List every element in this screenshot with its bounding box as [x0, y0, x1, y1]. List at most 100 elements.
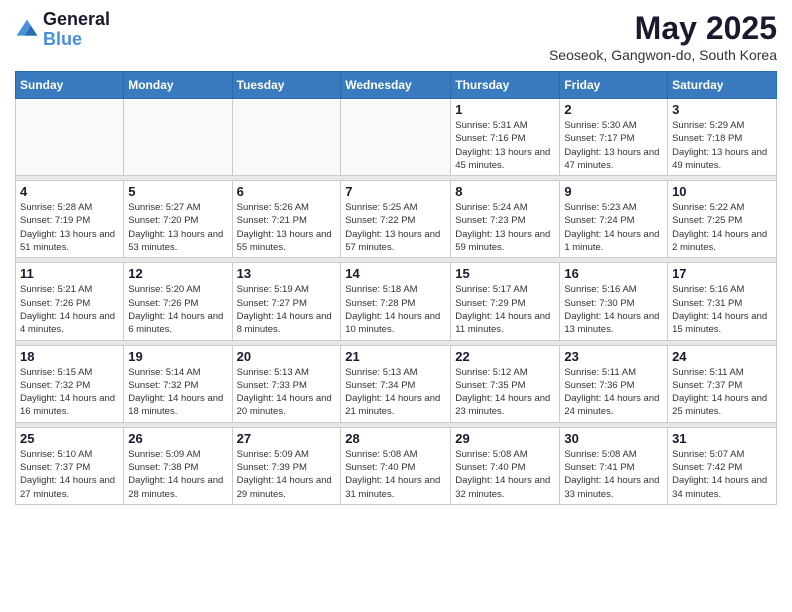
- calendar-header-friday: Friday: [560, 72, 668, 99]
- day-info: Sunrise: 5:27 AMSunset: 7:20 PMDaylight:…: [128, 201, 227, 254]
- calendar-cell: 23 Sunrise: 5:11 AMSunset: 7:36 PMDayligh…: [560, 345, 668, 422]
- day-info: Sunrise: 5:07 AMSunset: 7:42 PMDaylight:…: [672, 448, 772, 501]
- calendar-cell: 7 Sunrise: 5:25 AMSunset: 7:22 PMDaylight…: [341, 181, 451, 258]
- day-info: Sunrise: 5:25 AMSunset: 7:22 PMDaylight:…: [345, 201, 446, 254]
- day-info: Sunrise: 5:10 AMSunset: 7:37 PMDaylight:…: [20, 448, 119, 501]
- calendar-cell: 20 Sunrise: 5:13 AMSunset: 7:33 PMDayligh…: [232, 345, 341, 422]
- calendar-cell: 22 Sunrise: 5:12 AMSunset: 7:35 PMDayligh…: [451, 345, 560, 422]
- calendar-cell: 14 Sunrise: 5:18 AMSunset: 7:28 PMDayligh…: [341, 263, 451, 340]
- calendar-cell: 4Sunrise: 5:28 AMSunset: 7:19 PMDaylight…: [16, 181, 124, 258]
- day-number: 24: [672, 349, 772, 364]
- calendar-cell: 15 Sunrise: 5:17 AMSunset: 7:29 PMDayligh…: [451, 263, 560, 340]
- calendar-cell: 6 Sunrise: 5:26 AMSunset: 7:21 PMDaylight…: [232, 181, 341, 258]
- calendar-cell: 26Sunrise: 5:09 AMSunset: 7:38 PMDayligh…: [124, 427, 232, 504]
- calendar-header-wednesday: Wednesday: [341, 72, 451, 99]
- header: General Blue May 2025 Seoseok, Gangwon-d…: [15, 10, 777, 63]
- calendar-header-monday: Monday: [124, 72, 232, 99]
- day-info: Sunrise: 5:18 AMSunset: 7:28 PMDaylight:…: [345, 283, 446, 336]
- day-info: Sunrise: 5:13 AMSunset: 7:33 PMDaylight:…: [237, 366, 337, 419]
- day-info: Sunrise: 5:22 AMSunset: 7:25 PMDaylight:…: [672, 201, 772, 254]
- day-number: 6: [237, 184, 337, 199]
- day-number: 2: [564, 102, 663, 117]
- calendar-week-row: 11 Sunrise: 5:21 AMSunset: 7:26 PMDayligh…: [16, 263, 777, 340]
- calendar-cell: 8 Sunrise: 5:24 AMSunset: 7:23 PMDaylight…: [451, 181, 560, 258]
- calendar-cell: 16 Sunrise: 5:16 AMSunset: 7:30 PMDayligh…: [560, 263, 668, 340]
- calendar-cell: 25Sunrise: 5:10 AMSunset: 7:37 PMDayligh…: [16, 427, 124, 504]
- day-info: Sunrise: 5:29 AMSunset: 7:18 PMDaylight:…: [672, 119, 772, 172]
- calendar-cell: 18 Sunrise: 5:15 AMSunset: 7:32 PMDayligh…: [16, 345, 124, 422]
- day-number: 13: [237, 266, 337, 281]
- calendar-cell: 12 Sunrise: 5:20 AMSunset: 7:26 PMDayligh…: [124, 263, 232, 340]
- logo-text-line2: Blue: [43, 30, 110, 50]
- day-number: 28: [345, 431, 446, 446]
- calendar-header-tuesday: Tuesday: [232, 72, 341, 99]
- calendar-week-row: 25Sunrise: 5:10 AMSunset: 7:37 PMDayligh…: [16, 427, 777, 504]
- day-info: Sunrise: 5:20 AMSunset: 7:26 PMDaylight:…: [128, 283, 227, 336]
- calendar-cell: 24 Sunrise: 5:11 AMSunset: 7:37 PMDayligh…: [668, 345, 777, 422]
- day-number: 15: [455, 266, 555, 281]
- logo-icon: [15, 18, 39, 42]
- day-number: 4: [20, 184, 119, 199]
- calendar-cell: 30Sunrise: 5:08 AMSunset: 7:41 PMDayligh…: [560, 427, 668, 504]
- day-info: Sunrise: 5:13 AMSunset: 7:34 PMDaylight:…: [345, 366, 446, 419]
- calendar-header-sunday: Sunday: [16, 72, 124, 99]
- day-info: Sunrise: 5:09 AMSunset: 7:38 PMDaylight:…: [128, 448, 227, 501]
- calendar-cell: [341, 99, 451, 176]
- day-number: 14: [345, 266, 446, 281]
- month-title: May 2025: [549, 10, 777, 47]
- calendar-cell: 31 Sunrise: 5:07 AMSunset: 7:42 PMDayligh…: [668, 427, 777, 504]
- day-info: Sunrise: 5:30 AMSunset: 7:17 PMDaylight:…: [564, 119, 663, 172]
- day-number: 17: [672, 266, 772, 281]
- day-number: 22: [455, 349, 555, 364]
- day-number: 11: [20, 266, 119, 281]
- day-info: Sunrise: 5:26 AMSunset: 7:21 PMDaylight:…: [237, 201, 337, 254]
- day-number: 18: [20, 349, 119, 364]
- day-info: Sunrise: 5:12 AMSunset: 7:35 PMDaylight:…: [455, 366, 555, 419]
- day-info: Sunrise: 5:24 AMSunset: 7:23 PMDaylight:…: [455, 201, 555, 254]
- day-number: 16: [564, 266, 663, 281]
- day-info: Sunrise: 5:08 AMSunset: 7:41 PMDaylight:…: [564, 448, 663, 501]
- day-info: Sunrise: 5:21 AMSunset: 7:26 PMDaylight:…: [20, 283, 119, 336]
- day-number: 29: [455, 431, 555, 446]
- day-info: Sunrise: 5:31 AMSunset: 7:16 PMDaylight:…: [455, 119, 555, 172]
- logo-text-line1: General: [43, 10, 110, 30]
- day-number: 3: [672, 102, 772, 117]
- day-number: 12: [128, 266, 227, 281]
- day-number: 10: [672, 184, 772, 199]
- day-info: Sunrise: 5:15 AMSunset: 7:32 PMDaylight:…: [20, 366, 119, 419]
- day-info: Sunrise: 5:11 AMSunset: 7:37 PMDaylight:…: [672, 366, 772, 419]
- day-number: 23: [564, 349, 663, 364]
- calendar-cell: 28Sunrise: 5:08 AMSunset: 7:40 PMDayligh…: [341, 427, 451, 504]
- day-number: 1: [455, 102, 555, 117]
- calendar-cell: 21 Sunrise: 5:13 AMSunset: 7:34 PMDayligh…: [341, 345, 451, 422]
- title-area: May 2025 Seoseok, Gangwon-do, South Kore…: [549, 10, 777, 63]
- day-info: Sunrise: 5:09 AMSunset: 7:39 PMDaylight:…: [237, 448, 337, 501]
- calendar-header-thursday: Thursday: [451, 72, 560, 99]
- day-info: Sunrise: 5:11 AMSunset: 7:36 PMDaylight:…: [564, 366, 663, 419]
- calendar-cell: 5Sunrise: 5:27 AMSunset: 7:20 PMDaylight…: [124, 181, 232, 258]
- day-number: 20: [237, 349, 337, 364]
- day-number: 27: [237, 431, 337, 446]
- day-info: Sunrise: 5:14 AMSunset: 7:32 PMDaylight:…: [128, 366, 227, 419]
- day-info: Sunrise: 5:17 AMSunset: 7:29 PMDaylight:…: [455, 283, 555, 336]
- day-info: Sunrise: 5:08 AMSunset: 7:40 PMDaylight:…: [455, 448, 555, 501]
- day-number: 7: [345, 184, 446, 199]
- calendar-week-row: 4Sunrise: 5:28 AMSunset: 7:19 PMDaylight…: [16, 181, 777, 258]
- logo: General Blue: [15, 10, 110, 50]
- calendar-cell: 19Sunrise: 5:14 AMSunset: 7:32 PMDayligh…: [124, 345, 232, 422]
- day-info: Sunrise: 5:19 AMSunset: 7:27 PMDaylight:…: [237, 283, 337, 336]
- calendar-cell: 3 Sunrise: 5:29 AMSunset: 7:18 PMDaylight…: [668, 99, 777, 176]
- day-number: 8: [455, 184, 555, 199]
- day-number: 31: [672, 431, 772, 446]
- day-info: Sunrise: 5:23 AMSunset: 7:24 PMDaylight:…: [564, 201, 663, 254]
- calendar-header-row: SundayMondayTuesdayWednesdayThursdayFrid…: [16, 72, 777, 99]
- day-number: 21: [345, 349, 446, 364]
- calendar-week-row: 18 Sunrise: 5:15 AMSunset: 7:32 PMDayligh…: [16, 345, 777, 422]
- calendar-cell: 11 Sunrise: 5:21 AMSunset: 7:26 PMDayligh…: [16, 263, 124, 340]
- calendar-week-row: 1 Sunrise: 5:31 AMSunset: 7:16 PMDaylight…: [16, 99, 777, 176]
- calendar-cell: 2 Sunrise: 5:30 AMSunset: 7:17 PMDaylight…: [560, 99, 668, 176]
- day-info: Sunrise: 5:16 AMSunset: 7:30 PMDaylight:…: [564, 283, 663, 336]
- day-number: 9: [564, 184, 663, 199]
- calendar-cell: [232, 99, 341, 176]
- day-info: Sunrise: 5:16 AMSunset: 7:31 PMDaylight:…: [672, 283, 772, 336]
